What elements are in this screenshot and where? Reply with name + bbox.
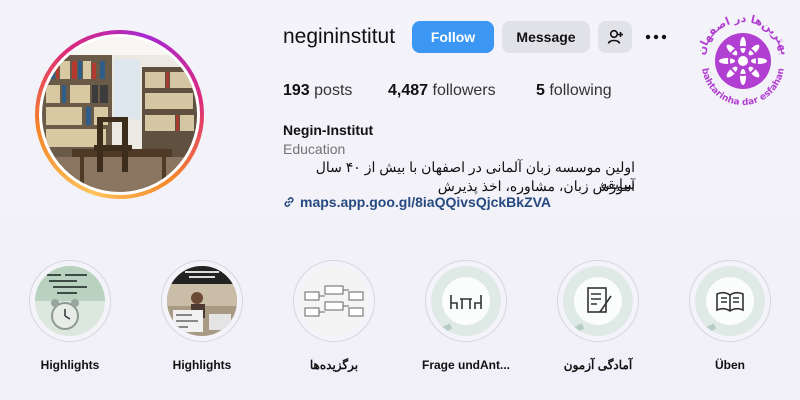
- alarm-clock-photo: [35, 266, 105, 336]
- link-icon: [284, 197, 294, 207]
- bio-text-line-2: آموزش زبان، مشاوره، اخذ پذیرش: [437, 178, 635, 194]
- posts-count: 193 posts: [283, 82, 353, 99]
- highlight-item[interactable]: آمادگی آزمون: [538, 260, 658, 372]
- highlight-item[interactable]: برگزیده‌ها: [274, 260, 394, 372]
- highlight-label: برگزیده‌ها: [309, 358, 359, 372]
- diagram-photo: [299, 266, 369, 336]
- username: negininstitut: [283, 25, 396, 48]
- classroom-photo: [167, 266, 237, 336]
- highlight-label: Üben: [715, 358, 745, 372]
- follow-button[interactable]: Follow: [412, 21, 494, 53]
- highlight-item[interactable]: Üben: [670, 260, 790, 372]
- followers-link[interactable]: 4,487 followers: [388, 82, 496, 100]
- message-button[interactable]: Message: [502, 21, 590, 53]
- library-photo: [42, 37, 197, 192]
- open-book-icon: [695, 266, 765, 336]
- add-user-icon: [607, 29, 623, 44]
- more-options-icon[interactable]: [644, 27, 668, 47]
- exam-paper-icon: [563, 266, 633, 336]
- profile-category: Education: [283, 141, 346, 157]
- highlight-item[interactable]: Highlights: [142, 260, 262, 372]
- profile-avatar[interactable]: [35, 30, 204, 199]
- bio-link[interactable]: maps.app.goo.gl/8iaQQivsQjckBkZVA: [283, 194, 551, 210]
- highlight-item[interactable]: Frage undAnt...: [406, 260, 526, 372]
- bahtarinha-logo: بهترین‌ها در اصفهان bahtarinha dar esfah…: [694, 12, 791, 108]
- highlight-label: آمادگی آزمون: [563, 358, 633, 372]
- table-chairs-icon: [431, 266, 501, 336]
- profile-name: Negin-Institut: [283, 122, 374, 138]
- highlight-label: Frage undAnt...: [422, 358, 510, 372]
- highlight-label: Highlights: [40, 358, 100, 372]
- highlight-label: Highlights: [172, 358, 232, 372]
- suggest-users-button[interactable]: [598, 21, 632, 53]
- following-link[interactable]: 5 following: [536, 82, 612, 100]
- highlight-item[interactable]: Highlights: [10, 260, 130, 372]
